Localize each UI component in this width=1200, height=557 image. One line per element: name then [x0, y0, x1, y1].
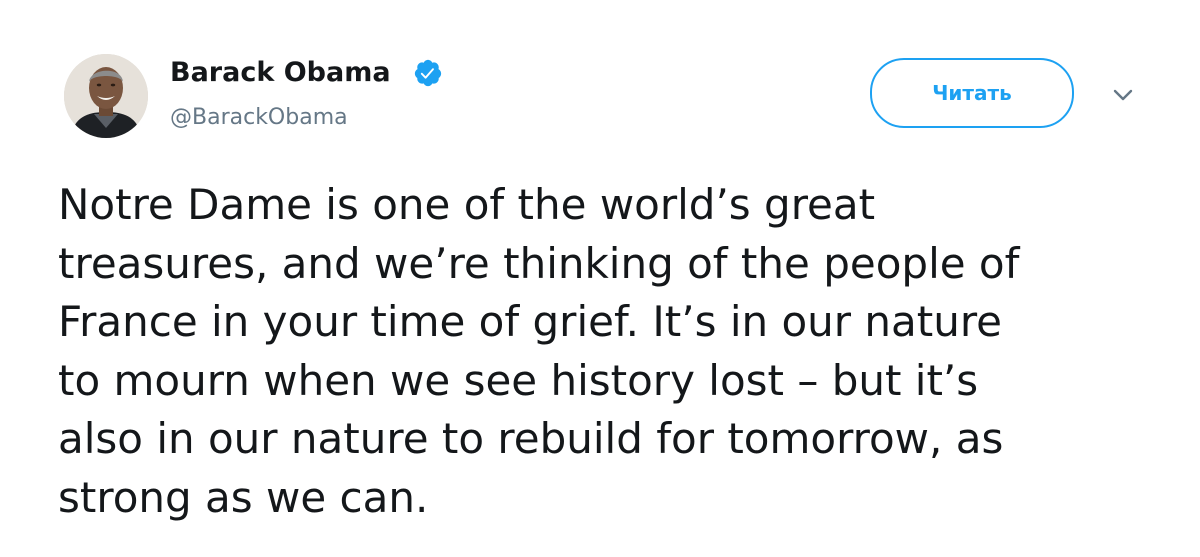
- profile-photo-icon: [64, 54, 148, 138]
- tweet-text-line: treasures, and we’re thinking of the peo…: [58, 238, 1020, 288]
- tweet-text: Notre Dame is one of the world’s great t…: [58, 176, 1178, 527]
- tweet-text-line: Notre Dame is one of the world’s great: [58, 180, 876, 229]
- display-name[interactable]: Barack Obama: [170, 56, 391, 90]
- tweet-card: Barack Obama @BarackObama Читать Notre D…: [0, 0, 1200, 557]
- tweet-text-line: France in your time of grief. It’s in ou…: [58, 297, 1003, 346]
- chevron-down-icon[interactable]: [1108, 84, 1138, 106]
- verified-badge-icon: [414, 59, 442, 87]
- tweet-text-line: also in our nature to rebuild for tomorr…: [58, 414, 1004, 463]
- avatar[interactable]: [64, 54, 148, 138]
- follow-button[interactable]: Читать: [870, 58, 1074, 128]
- tweet-text-line: to mourn when we see history lost – but …: [58, 355, 979, 405]
- handle[interactable]: @BarackObama: [170, 104, 348, 132]
- tweet-text-line: strong as we can.: [58, 472, 429, 522]
